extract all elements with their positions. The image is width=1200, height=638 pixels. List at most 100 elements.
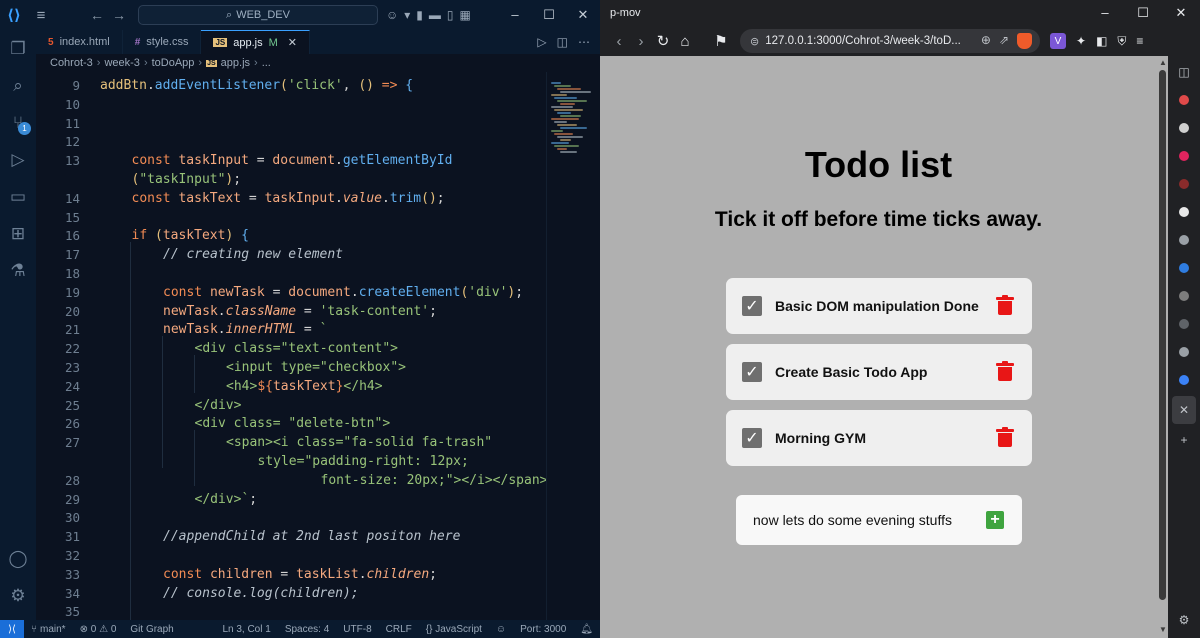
menu-icon[interactable]: ≡ [28, 0, 54, 30]
code-line[interactable]: 21 newTask.innerHTML = ` [36, 320, 546, 339]
code-line[interactable]: 27 <span><i class="fa-solid fa-trash" [36, 433, 546, 452]
tab-app-js[interactable]: JS app.js M ✕ [201, 30, 310, 54]
toggle-sidebar-icon[interactable]: ▮ [416, 8, 423, 22]
globe-icon[interactable] [1168, 226, 1200, 254]
cursor-position[interactable]: Ln 3, Col 1 [215, 624, 277, 635]
accounts-icon[interactable]: ◯ [0, 540, 36, 577]
run-icon[interactable]: ▷ [537, 35, 546, 49]
code-line[interactable]: 34 // console.log(children); [36, 584, 546, 603]
toggle-panel-icon[interactable]: ▬ [429, 8, 441, 22]
reload-icon[interactable]: ↻ [652, 32, 674, 50]
code-line[interactable]: 18 [36, 264, 546, 283]
sidebar-site-icon[interactable] [1168, 338, 1200, 366]
trash-icon[interactable] [996, 295, 1014, 315]
encoding-status[interactable]: UTF-8 [336, 624, 378, 635]
code-line[interactable]: 15 [36, 208, 546, 227]
add-panel-icon[interactable]: + [1168, 426, 1200, 454]
scrollbar-thumb[interactable] [1159, 70, 1166, 600]
sidebar-site-icon[interactable] [1168, 254, 1200, 282]
run-debug-icon[interactable]: ▷ [0, 141, 36, 178]
forward-arrow-icon[interactable]: → [108, 7, 130, 23]
add-button[interactable]: + [986, 511, 1004, 529]
vpn-shield-icon[interactable]: ⛨ [1117, 34, 1126, 49]
toggle-secondary-sidebar-icon[interactable]: ▯ [447, 8, 454, 22]
tab-index-html[interactable]: 5 index.html [36, 30, 123, 54]
code-line[interactable]: 13 const taskInput = document.getElementB… [36, 151, 546, 170]
problems-status[interactable]: ⊗ 0 ⚠ 0 [73, 624, 124, 635]
extension-v-icon[interactable]: V [1050, 33, 1066, 49]
minimize-icon[interactable]: – [1086, 5, 1124, 21]
close-icon[interactable]: ✕ [1162, 5, 1200, 21]
task-input[interactable] [753, 512, 983, 528]
minimap[interactable] [546, 72, 594, 620]
site-info-icon[interactable]: ⊜ [750, 35, 759, 48]
indentation-status[interactable]: Spaces: 4 [278, 624, 336, 635]
code-line[interactable]: ("taskInput"); [36, 170, 546, 189]
task-checkbox[interactable]: ✓ [742, 362, 762, 382]
code-line[interactable]: 9 addBtn.addEventListener('click', () => … [36, 76, 546, 95]
code-line[interactable]: 22 <div class="text-content"> [36, 339, 546, 358]
zoom-icon[interactable]: ⊕ [981, 33, 991, 49]
share-icon[interactable]: ⇗ [999, 33, 1009, 49]
code-line[interactable]: 12 [36, 132, 546, 151]
sidebar-toggle-icon[interactable]: ◧ [1096, 34, 1107, 48]
code-line[interactable]: 29 </div>`; [36, 490, 546, 509]
code-line[interactable]: 24 <h4>${taskText}</h4> [36, 377, 546, 396]
customize-layout-icon[interactable]: ▦ [460, 8, 471, 22]
code-line[interactable]: 16 if (taskText) { [36, 226, 546, 245]
task-checkbox[interactable]: ✓ [742, 296, 762, 316]
maximize-icon[interactable]: ☐ [1124, 5, 1162, 21]
browser-menu-icon[interactable]: ≡ [1136, 34, 1143, 48]
extensions-puzzle-icon[interactable]: ✦ [1076, 34, 1086, 48]
code-line[interactable]: 31 //appendChild at 2nd last positon here [36, 527, 546, 546]
home-icon[interactable]: ⌂ [674, 33, 696, 50]
settings-gear-icon[interactable]: ⚙ [0, 577, 36, 614]
scroll-up-icon[interactable]: ▲ [1159, 58, 1167, 67]
git-graph-status[interactable]: Git Graph [123, 624, 180, 635]
search-icon[interactable]: ⌕ [0, 67, 36, 104]
code-line[interactable]: 17 // creating new element [36, 245, 546, 264]
extensions-icon[interactable]: ⊞ [0, 215, 36, 252]
close-icon[interactable]: ✕ [566, 7, 600, 23]
branch-status[interactable]: ⑂ main* [24, 624, 73, 635]
breadcrumb-item[interactable]: toDoApp [152, 57, 195, 69]
code-line[interactable]: 26 <div class= "delete-btn"> [36, 414, 546, 433]
remote-explorer-icon[interactable]: ▭ [0, 178, 36, 215]
trash-icon[interactable] [996, 361, 1014, 381]
copilot-status-icon[interactable]: ☺ [489, 624, 513, 635]
sidebar-site-icon[interactable] [1168, 282, 1200, 310]
code-line[interactable]: 35 [36, 602, 546, 620]
sidebar-site-icon[interactable] [1168, 170, 1200, 198]
back-icon[interactable]: ‹ [608, 33, 630, 50]
breadcrumb-item[interactable]: Cohrot-3 [50, 57, 93, 69]
trash-icon[interactable] [996, 427, 1014, 447]
breadcrumb-item[interactable]: app.js [221, 57, 250, 69]
github-icon[interactable] [1168, 114, 1200, 142]
sidebar-site-icon[interactable] [1168, 310, 1200, 338]
language-mode[interactable]: {} JavaScript [419, 624, 489, 635]
sidebar-settings-icon[interactable]: ⚙ [1168, 606, 1200, 634]
bookmark-icon[interactable]: ⚑ [710, 32, 732, 50]
code-line[interactable]: 28 font-size: 20px;"></i></span> [36, 471, 546, 490]
remote-icon[interactable]: ⟩⟨ [0, 620, 24, 638]
explorer-icon[interactable]: ❐ [0, 30, 36, 67]
code-line[interactable]: 23 <input type="checkbox"> [36, 358, 546, 377]
code-line[interactable]: 10 [36, 95, 546, 114]
eol-status[interactable]: CRLF [379, 624, 419, 635]
back-arrow-icon[interactable]: ← [86, 7, 108, 23]
page-scrollbar[interactable]: ▲ ▼ [1157, 56, 1168, 638]
copilot-icon[interactable]: ☺ [386, 8, 398, 22]
code-line[interactable]: style="padding-right: 12px; [36, 452, 546, 471]
code-line[interactable]: 14 const taskText = taskInput.value.trim(… [36, 189, 546, 208]
maximize-icon[interactable]: ☐ [532, 7, 566, 23]
address-bar[interactable]: ⊜ 127.0.0.1:3000/Cohrot-3/week-3/toD... … [740, 29, 1040, 53]
task-checkbox[interactable]: ✓ [742, 428, 762, 448]
code-line[interactable]: 19 const newTask = document.createElement… [36, 283, 546, 302]
source-control-icon[interactable]: ⑂ 1 [0, 104, 36, 141]
side-panel-toggle-icon[interactable]: ◫ [1168, 58, 1200, 86]
code-line[interactable]: 33 const children = taskList.children; [36, 565, 546, 584]
breadcrumb-item[interactable]: week-3 [104, 57, 139, 69]
sidebar-close-icon[interactable]: ✕ [1172, 396, 1196, 424]
tab-close-icon[interactable]: ✕ [288, 36, 297, 49]
forward-icon[interactable]: › [630, 33, 652, 50]
